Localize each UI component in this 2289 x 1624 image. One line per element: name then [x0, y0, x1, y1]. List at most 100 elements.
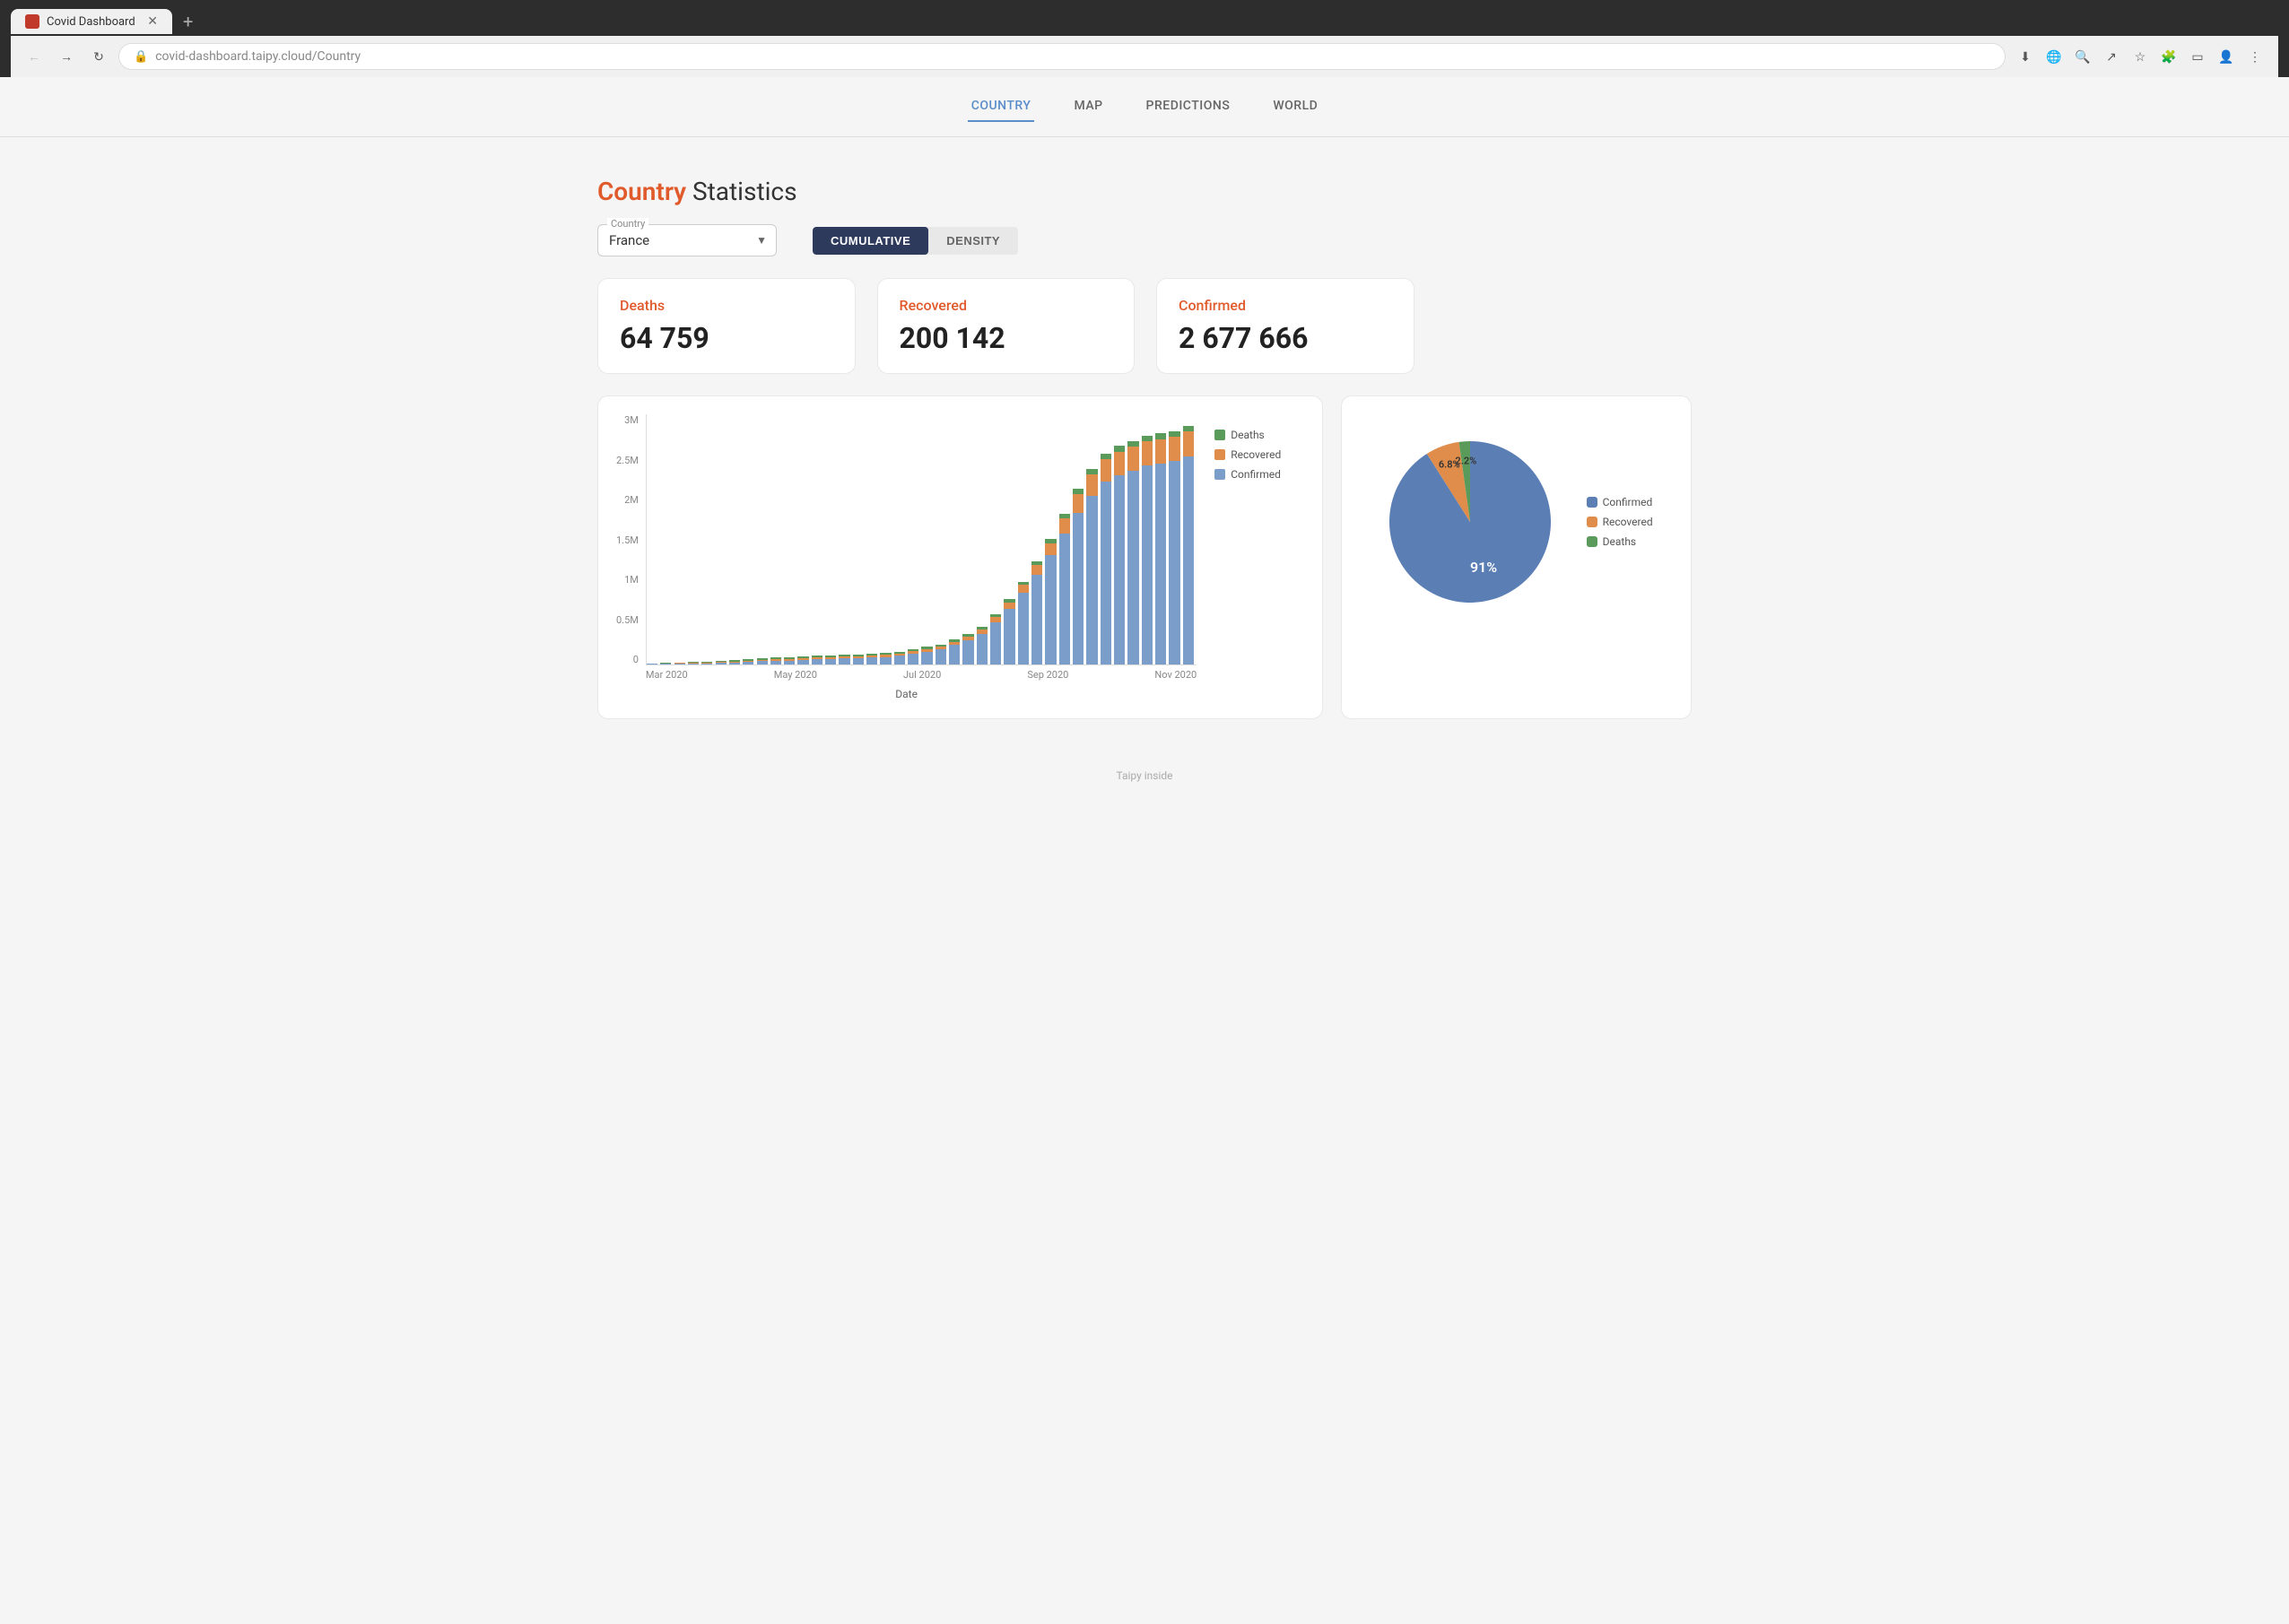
recovered-label: Recovered	[900, 297, 1113, 314]
deaths-card: Deaths 64 759	[597, 278, 856, 374]
legend-dot	[1214, 449, 1225, 460]
bar-group	[880, 414, 893, 664]
menu-button[interactable]: ⋮	[2242, 44, 2267, 69]
recovered-value: 200 142	[900, 321, 1113, 355]
bookmark-button[interactable]: ☆	[2128, 44, 2153, 69]
x-axis-label: Jul 2020	[903, 669, 941, 681]
bar-group	[853, 414, 866, 664]
bar-stack	[894, 652, 905, 664]
forward-button[interactable]: →	[54, 44, 79, 69]
bar-chart-container: 3M2.5M2M1.5M1M0.5M0 Mar 2020May 2020Jul …	[597, 395, 1323, 719]
y-axis-label: 1.5M	[616, 534, 639, 546]
active-tab[interactable]: Covid Dashboard ✕	[11, 9, 172, 34]
zoom-button[interactable]: 🔍	[2070, 44, 2095, 69]
x-axis: Mar 2020May 2020Jul 2020Sep 2020Nov 2020	[646, 665, 1197, 681]
density-toggle[interactable]: DENSITY	[928, 227, 1018, 255]
bar-stack	[688, 662, 699, 664]
nav-tabs: COUNTRY MAP PREDICTIONS WORLD	[0, 77, 2289, 137]
back-button[interactable]: ←	[22, 44, 47, 69]
deaths-label: Deaths	[620, 297, 833, 314]
bar-group	[701, 414, 715, 664]
bar-group	[908, 414, 921, 664]
y-axis-label: 3M	[624, 414, 639, 426]
pie-legend-dot	[1587, 517, 1597, 527]
bar-chart-legend: DeathsRecoveredConfirmed	[1214, 414, 1304, 700]
tab-close-icon[interactable]: ✕	[147, 14, 158, 29]
browser-toolbar: ← → ↻ 🔒 covid-dashboard.taipy.cloud/Coun…	[11, 36, 2278, 77]
bar-group	[1101, 414, 1114, 664]
address-bar[interactable]: 🔒 covid-dashboard.taipy.cloud/Country	[118, 43, 2006, 70]
tab-country[interactable]: COUNTRY	[968, 91, 1035, 122]
bar-stack	[797, 656, 808, 664]
bar-stack	[962, 634, 973, 664]
pie-legend-label: Confirmed	[1603, 496, 1653, 508]
bar-stack	[1073, 489, 1084, 664]
country-select[interactable]: Country France ▼	[597, 224, 777, 256]
dropdown-arrow-icon: ▼	[756, 234, 767, 247]
share-button[interactable]: ↗	[2099, 44, 2124, 69]
bar-group	[743, 414, 756, 664]
reload-button[interactable]: ↻	[86, 44, 111, 69]
cumulative-toggle[interactable]: CUMULATIVE	[813, 227, 928, 255]
y-axis-label: 0.5M	[616, 614, 639, 626]
stat-cards: Deaths 64 759 Recovered 200 142 Confirme…	[597, 278, 1692, 374]
bar-group	[990, 414, 1004, 664]
footer: Taipy inside	[0, 755, 2289, 796]
y-axis-label: 2.5M	[616, 455, 639, 466]
pie-chart-container: 91%6.8%2.2% ConfirmedRecoveredDeaths	[1341, 395, 1692, 719]
deaths-value: 64 759	[620, 321, 833, 355]
bar-group	[936, 414, 949, 664]
bar-stack	[716, 661, 727, 664]
screenshot-button[interactable]: ⬇	[2013, 44, 2038, 69]
bar-group	[1059, 414, 1073, 664]
profile-button[interactable]: 👤	[2214, 44, 2239, 69]
bar-group	[797, 414, 811, 664]
confirmed-label: Confirmed	[1179, 297, 1392, 314]
tab-map[interactable]: MAP	[1070, 91, 1106, 122]
bar-group	[660, 414, 674, 664]
bar-group	[675, 414, 688, 664]
bar-group	[647, 414, 660, 664]
legend-item: Confirmed	[1214, 468, 1304, 481]
bar-stack	[825, 656, 836, 664]
footer-text: Taipy inside	[1116, 769, 1172, 782]
translate-button[interactable]: 🌐	[2041, 44, 2067, 69]
page-title: Country Statistics	[597, 177, 1692, 206]
pie-chart-svg: 91%6.8%2.2%	[1380, 432, 1560, 612]
tab-predictions[interactable]: PREDICTIONS	[1143, 91, 1234, 122]
page-title-rest: Statistics	[686, 177, 796, 206]
charts-row: 3M2.5M2M1.5M1M0.5M0 Mar 2020May 2020Jul …	[597, 395, 1692, 719]
recovered-card: Recovered 200 142	[877, 278, 1136, 374]
x-axis-label: Sep 2020	[1027, 669, 1068, 681]
bar-stack	[770, 657, 781, 664]
bar-stack	[949, 639, 960, 664]
bar-group	[1086, 414, 1100, 664]
pie-legend-dot	[1587, 536, 1597, 547]
bar-group	[894, 414, 908, 664]
bar-stack	[1101, 454, 1111, 664]
bar-stack	[908, 649, 918, 664]
bar-stack	[660, 663, 671, 664]
extensions-button[interactable]: 🧩	[2156, 44, 2181, 69]
url-path: Country	[318, 49, 361, 64]
controls-row: Country France ▼ CUMULATIVE DENSITY	[597, 224, 1692, 256]
confirmed-value: 2 677 666	[1179, 321, 1392, 355]
bar-stack	[1114, 446, 1125, 664]
pie-legend-item: Confirmed	[1587, 496, 1653, 508]
bar-group	[1031, 414, 1045, 664]
legend-item: Recovered	[1214, 448, 1304, 461]
legend-dot	[1214, 430, 1225, 440]
bar-stack	[1045, 539, 1056, 664]
country-select-label: Country	[607, 218, 648, 230]
bar-stack	[1155, 433, 1166, 664]
bar-group	[729, 414, 743, 664]
tab-world[interactable]: WORLD	[1269, 91, 1321, 122]
x-axis-label: Date	[616, 688, 1197, 700]
bar-group	[825, 414, 839, 664]
sidebar-button[interactable]: ▭	[2185, 44, 2210, 69]
bar-stack	[839, 655, 849, 664]
new-tab-icon[interactable]: +	[176, 7, 200, 36]
url-base: covid-dashboard.taipy.cloud/	[155, 49, 317, 64]
toggle-group: CUMULATIVE DENSITY	[813, 227, 1018, 255]
chart-plot: 3M2.5M2M1.5M1M0.5M0 Mar 2020May 2020Jul …	[616, 414, 1197, 700]
